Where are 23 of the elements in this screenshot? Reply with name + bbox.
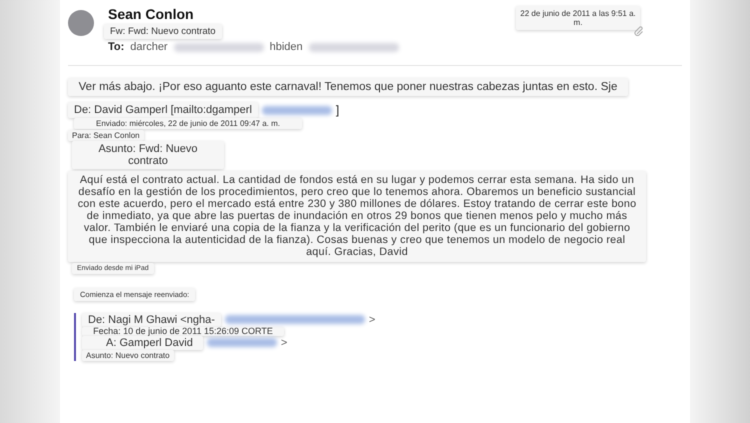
intro-text: Ver más abajo. ¡Por eso aguanto este carnaval! Tenemos que poner nuestras cabezas juntas en esto. Sje xyxy=(68,78,628,96)
email-date: 22 de junio de 2011 a las 9:51 a. m. xyxy=(516,6,640,30)
avatar-icon xyxy=(68,10,94,36)
bracket-text: > xyxy=(280,336,288,349)
forward-to: Para: Sean Conlon xyxy=(68,130,144,141)
bracket-text: > xyxy=(368,314,376,326)
quoted-subject: Asunto: Nuevo contrato xyxy=(82,350,174,361)
quoted-date: Fecha: 10 de junio de 2011 15:26:09 CORTE xyxy=(82,326,284,336)
recipient: hbiden xyxy=(270,41,303,53)
to-label: To: xyxy=(108,41,124,53)
quoted-from: De: Nagi M Ghawi <ngha- xyxy=(82,312,221,327)
forward-subject: Asunto: Fwd: Nuevo contrato xyxy=(72,141,224,169)
redaction-blur xyxy=(262,106,332,114)
paperclip-icon xyxy=(634,26,644,36)
email-subject: Fw: Fwd: Nuevo contrato xyxy=(104,24,222,39)
sender-name: Sean Conlon xyxy=(108,6,195,22)
message-text: Aquí está el contrato actual. La cantidad de fondos está en su lugar y podemos cerrar esta semana. Ha sido un desafío en la gestión de los procedimientos, pero creo que lo tenemos ahora. Obaremos un beneficio sustancial con este acuerdo, pero el mercado está entre 230 y 380 millones de dólares. Estoy tratando de cerrar este bono de inmediato, ya que abre las puertas de inundación en otros 29 bonos que tienen menos pelo y mucho más valor. También le enviaré una copia de la fianza y la verificación del perito (que es un funcionario del gobierno que inspecciona la autenticidad de la fianza). Cosas buenas y creo que tenemos un modelo de negocio real aquí. Gracias, David xyxy=(68,171,646,262)
sent-date: Enviado: miércoles, 22 de junio de 2011 09:47 a. m. xyxy=(74,118,302,129)
quoted-to: A: Gamperl David xyxy=(82,336,203,350)
recipient: darcher xyxy=(130,41,168,53)
forward-from: De: David Gamperl [mailto:dgamperl xyxy=(68,102,258,118)
bracket-text: ] xyxy=(336,103,340,117)
redaction-blur xyxy=(206,338,277,348)
